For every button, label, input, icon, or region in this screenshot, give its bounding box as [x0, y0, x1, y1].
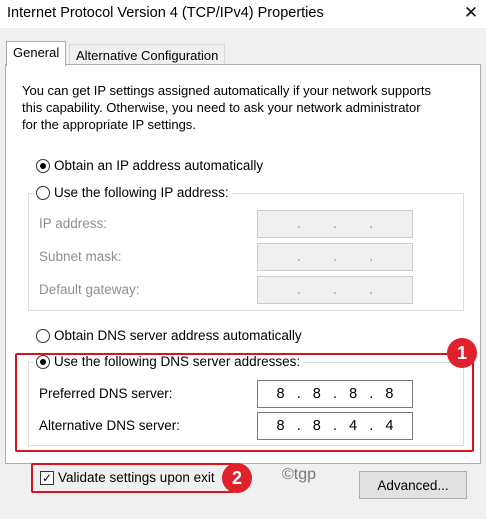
- tab-general[interactable]: General: [6, 41, 67, 66]
- default-gateway-input[interactable]: ...: [257, 276, 413, 304]
- use-following-ip-label: Use the following IP address:: [54, 185, 229, 200]
- watermark-text: ©tgp: [282, 466, 317, 483]
- obtain-dns-auto-radio[interactable]: Obtain DNS server address automatically: [36, 328, 302, 343]
- close-icon[interactable]: ✕: [456, 0, 486, 26]
- subnet-mask-label: Subnet mask:: [39, 249, 122, 264]
- radio-indicator: [36, 158, 50, 173]
- obtain-ip-auto-radio[interactable]: Obtain an IP address automatically: [36, 158, 263, 173]
- dns-highlight-box: [15, 353, 474, 452]
- tab-alternative-configuration[interactable]: Alternative Configuration: [69, 44, 226, 66]
- default-gateway-label: Default gateway:: [39, 282, 140, 297]
- validate-highlight-box: [31, 463, 234, 493]
- obtain-dns-auto-label: Obtain DNS server address automatically: [54, 328, 302, 343]
- obtain-ip-auto-label: Obtain an IP address automatically: [54, 158, 264, 173]
- advanced-button[interactable]: Advanced...: [359, 471, 467, 499]
- annotation-badge-2: 2: [222, 463, 252, 493]
- radio-indicator: [36, 328, 50, 343]
- ip-address-input[interactable]: ...: [257, 210, 413, 238]
- use-following-ip-radio[interactable]: Use the following IP address:: [34, 185, 232, 200]
- radio-indicator: [36, 185, 50, 200]
- intro-text: You can get IP settings assigned automat…: [22, 83, 432, 132]
- subnet-mask-input[interactable]: ...: [257, 243, 413, 271]
- annotation-badge-1: 1: [447, 338, 477, 368]
- window-title: Internet Protocol Version 4 (TCP/IPv4) P…: [7, 5, 324, 21]
- ip-address-label: IP address:: [39, 216, 108, 231]
